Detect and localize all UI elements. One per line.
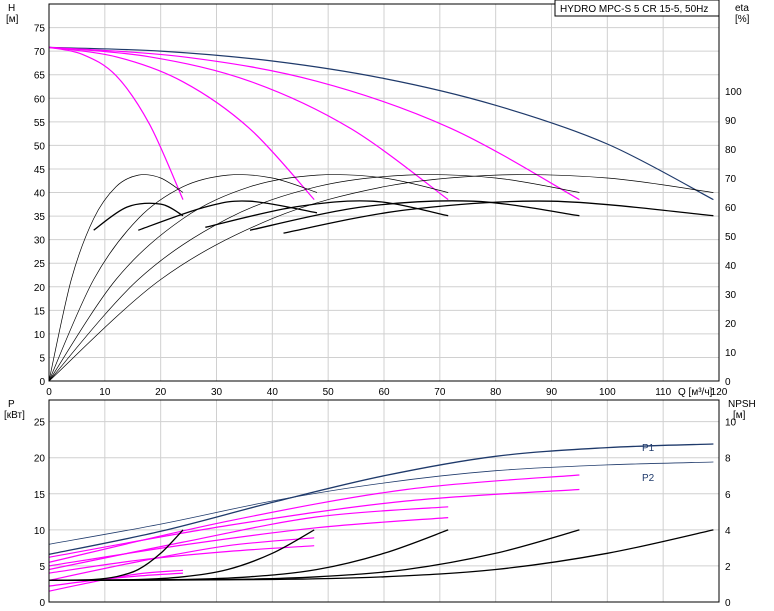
y-left-tick-label: 0: [39, 598, 45, 609]
head-pump-curve: [48, 46, 315, 201]
y-left-tick-label: 65: [34, 71, 46, 82]
y-left-tick-label: 0: [39, 377, 45, 388]
y-left-tick-label: 20: [34, 283, 46, 294]
x-tick-label: 10: [99, 387, 111, 398]
y-left-tick-label: 15: [34, 306, 46, 317]
y-left-tick-label: 15: [34, 490, 46, 501]
y-left-tick-label: 60: [34, 94, 46, 105]
head-pump-curve: [48, 46, 184, 200]
y-left-tick-label: 40: [34, 189, 46, 200]
y-left-tick-label: 70: [34, 47, 46, 58]
top-grid: [48, 4, 720, 382]
head-pump-curve: [48, 46, 449, 201]
x-axis-label: Q [м³/ч]: [678, 387, 713, 398]
bottom-right-axis-unit: [м]: [733, 410, 746, 421]
x-tick-label: 60: [378, 387, 390, 398]
y-left-tick-label: 10: [34, 330, 46, 341]
eta-system-curve: [283, 200, 714, 234]
pump-power-curve: [48, 474, 580, 563]
p2-curve: [48, 461, 714, 545]
y-right-tick-label: 40: [725, 261, 737, 272]
chart-title: HYDRO MPC-S 5 CR 15-5, 50Hz: [560, 4, 708, 15]
pump-power-curve: [48, 488, 580, 558]
x-tick-label: 30: [211, 387, 223, 398]
bottom-curves: [48, 443, 714, 592]
bottom-left-axis-title: P: [8, 399, 15, 410]
y-right-tick-label: 20: [725, 319, 737, 330]
pump-power-curve: [48, 506, 449, 571]
y-left-tick-label: 30: [34, 236, 46, 247]
y-left-tick-label: 50: [34, 141, 46, 152]
y-right-tick-label: 10: [725, 348, 737, 359]
y-right-tick-label: 50: [725, 232, 737, 243]
top-right-axis-title: eta: [735, 3, 749, 14]
y-left-tick-label: 20: [34, 454, 46, 465]
y-right-tick-label: 8: [725, 454, 731, 465]
x-tick-label: 50: [323, 387, 335, 398]
p1-curve: [48, 443, 714, 556]
y-right-tick-label: 100: [725, 87, 742, 98]
p1-series-label: P1: [642, 443, 655, 454]
y-right-tick-label: 80: [725, 145, 737, 156]
y-right-tick-label: 70: [725, 174, 737, 185]
top-left-axis-title: H: [8, 3, 15, 14]
y-left-tick-label: 10: [34, 526, 46, 537]
y-right-tick-label: 2: [725, 562, 731, 573]
pump-performance-chart: 0510152025303540455055606570750102030405…: [4, 0, 756, 609]
x-tick-label: 80: [490, 387, 502, 398]
y-right-tick-label: 30: [725, 290, 737, 301]
top-left-axis-unit: [м]: [6, 14, 19, 25]
y-left-tick-label: 5: [39, 562, 45, 573]
y-left-tick-label: 25: [34, 418, 46, 429]
x-tick-label: 40: [267, 387, 279, 398]
top-right-axis-unit: [%]: [735, 14, 750, 25]
y-left-tick-label: 75: [34, 24, 46, 35]
y-right-tick-label: 6: [725, 490, 731, 501]
eta-curve: [48, 174, 449, 382]
y-left-tick-label: 35: [34, 212, 46, 223]
bottom-left-axis-unit: [кВт]: [4, 410, 25, 421]
p2-series-label: P2: [642, 473, 655, 484]
x-tick-label: 90: [546, 387, 558, 398]
top-curves: [48, 46, 714, 382]
bottom-right-axis-title: NPSH: [728, 399, 756, 410]
x-tick-label: 70: [434, 387, 446, 398]
x-tick-label: 120: [711, 387, 728, 398]
y-left-tick-label: 55: [34, 118, 46, 129]
eta-system-curve: [93, 202, 184, 231]
y-right-tick-label: 4: [725, 526, 731, 537]
y-left-tick-label: 5: [39, 353, 45, 364]
head-pump-curve: [48, 46, 580, 201]
y-left-tick-label: 25: [34, 259, 46, 270]
npsh-curve: [48, 529, 449, 582]
y-left-tick-label: 45: [34, 165, 46, 176]
x-tick-label: 110: [655, 387, 671, 398]
x-tick-label: 0: [46, 387, 52, 398]
eta-curve: [48, 174, 580, 382]
y-right-tick-label: 60: [725, 203, 737, 214]
x-tick-label: 100: [599, 387, 616, 398]
eta-system-curve: [249, 200, 580, 231]
y-right-tick-label: 90: [725, 116, 737, 127]
x-tick-label: 20: [155, 387, 167, 398]
y-right-tick-label: 0: [725, 598, 731, 609]
